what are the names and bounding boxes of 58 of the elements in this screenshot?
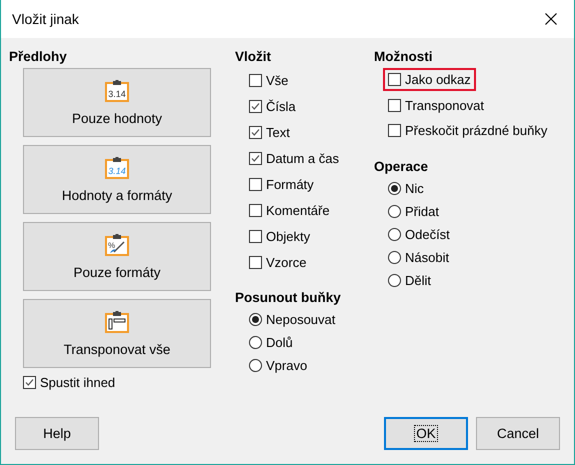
radio-label[interactable]: Přidat xyxy=(405,204,439,218)
checkbox[interactable] xyxy=(388,98,401,112)
radio-button[interactable] xyxy=(388,274,401,286)
radio-button[interactable] xyxy=(388,228,401,240)
radio-label[interactable]: Nic xyxy=(405,180,424,196)
checkbox-label[interactable]: Formáty xyxy=(266,176,314,192)
close-icon xyxy=(545,13,557,25)
radio-button[interactable] xyxy=(388,182,401,194)
checkbox-label[interactable]: Čísla xyxy=(266,98,296,114)
section-heading: Posunout buňky xyxy=(235,289,342,307)
checkbox[interactable] xyxy=(249,126,262,138)
radio-label[interactable]: Dělit xyxy=(405,272,432,288)
checkbox-label[interactable]: Transponovat xyxy=(405,98,484,113)
section-heading: Operace xyxy=(374,158,430,176)
checkbox[interactable] xyxy=(249,74,262,86)
checkbox-label[interactable]: Spustit ihned xyxy=(40,374,116,390)
checkbox-label[interactable]: Objekty xyxy=(266,228,310,244)
preset-button[interactable]: 3.14 Pouze hodnoty xyxy=(23,68,211,137)
clipboard-icon: % xyxy=(105,234,129,256)
section-heading: Předlohy xyxy=(9,48,68,66)
checkbox[interactable] xyxy=(388,124,401,138)
radio-button[interactable] xyxy=(249,359,262,372)
radio-button[interactable] xyxy=(249,313,262,326)
checkbox[interactable] xyxy=(249,178,262,190)
checkbox[interactable] xyxy=(249,152,262,164)
radio-label[interactable]: Vpravo xyxy=(266,358,308,373)
window-title: Vložit jinak xyxy=(12,11,79,27)
section-heading: Vložit xyxy=(235,48,272,66)
checkbox-label[interactable]: Komentáře xyxy=(266,202,330,218)
radio-label[interactable]: Neposouvat xyxy=(266,312,336,327)
radio-label[interactable]: Dolů xyxy=(266,335,293,350)
radio-button[interactable] xyxy=(249,336,262,349)
preset-button[interactable]: 3.14 Hodnoty a formáty xyxy=(23,145,211,214)
radio-button[interactable] xyxy=(388,204,401,218)
checkbox-label[interactable]: Datum a čas xyxy=(266,150,339,166)
checkbox-label[interactable]: Vzorce xyxy=(266,254,306,270)
dialog-button[interactable]: Cancel xyxy=(476,417,560,450)
radio-button[interactable] xyxy=(388,250,401,264)
clipboard-icon: 3.14 xyxy=(105,80,129,102)
radio-label[interactable]: Odečíst xyxy=(405,226,450,242)
checkbox-label[interactable]: Text xyxy=(266,124,290,140)
checkbox[interactable] xyxy=(388,73,401,86)
checkbox[interactable] xyxy=(249,230,262,242)
radio-label[interactable]: Násobit xyxy=(405,250,450,264)
checkbox[interactable] xyxy=(23,376,36,388)
preset-button[interactable]: Transponovat vše xyxy=(23,299,211,368)
checkbox[interactable] xyxy=(249,256,262,268)
checkbox[interactable] xyxy=(249,204,262,216)
section-heading: Možnosti xyxy=(374,48,434,66)
checkbox-label[interactable]: Jako odkaz xyxy=(405,72,471,88)
preset-button[interactable]: % Pouze formáty xyxy=(23,222,211,291)
checkbox-label[interactable]: Přeskočit prázdné buňky xyxy=(405,123,548,138)
checkbox[interactable] xyxy=(249,100,262,112)
dialog-button[interactable]: OK xyxy=(384,417,468,450)
clipboard-icon xyxy=(105,310,129,332)
clipboard-icon: 3.14 xyxy=(105,156,129,178)
checkbox-label[interactable]: Vše xyxy=(266,72,288,88)
dialog-button[interactable]: Help xyxy=(15,417,99,450)
